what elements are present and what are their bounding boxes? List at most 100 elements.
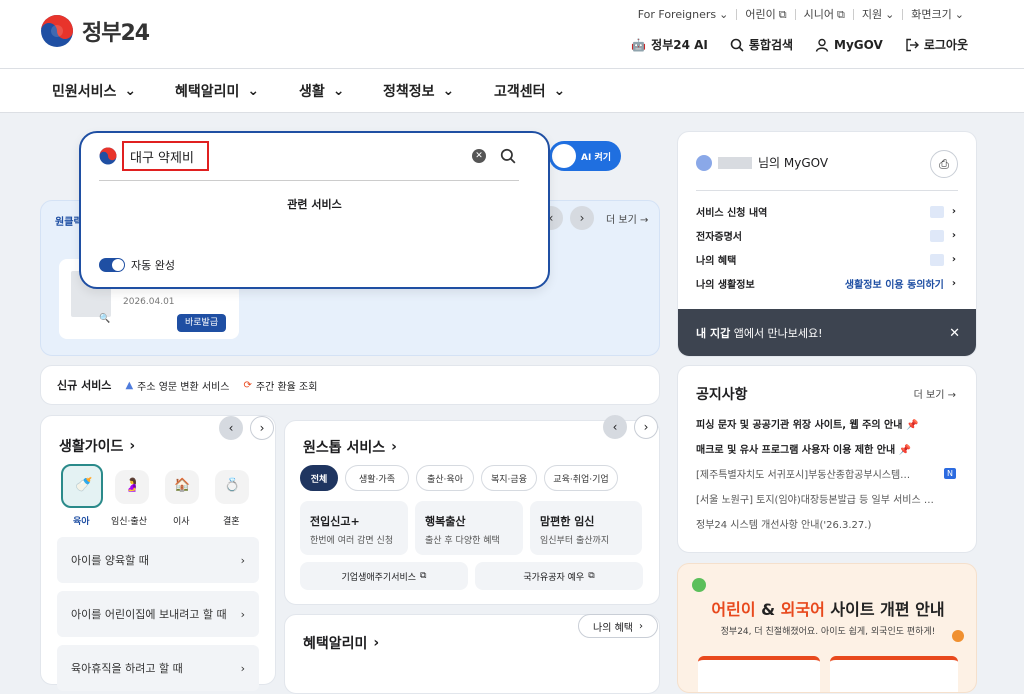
mygov-row-certificates[interactable]: 전자증명서 › xyxy=(696,228,956,243)
close-icon[interactable]: ✕ xyxy=(949,326,960,341)
my-benefit-button[interactable]: 나의 혜택 › xyxy=(578,614,658,638)
nav-item-civil-service[interactable]: 민원서비스 ⌄ xyxy=(52,81,136,101)
search-input[interactable]: 대구 약제비 xyxy=(122,141,209,171)
chip-welfare[interactable]: 복지·금융 xyxy=(481,465,537,491)
chevron-right-icon: › xyxy=(373,635,380,651)
life-guide-prev-button[interactable]: ‹ xyxy=(219,416,243,440)
mygov-button[interactable]: MyGOV xyxy=(815,38,883,52)
issue-button[interactable]: 바로발급 xyxy=(177,314,227,332)
chevron-down-icon: ⌄ xyxy=(442,83,455,99)
life-guide-item[interactable]: 육아휴직을 하려고 할 때 › xyxy=(57,645,259,691)
nav-item-policy[interactable]: 정책정보 ⌄ xyxy=(383,81,454,101)
chevron-down-icon: ⌄ xyxy=(719,8,729,21)
chevron-right-icon: › xyxy=(259,421,265,435)
life-guide-item[interactable]: 아이를 양육할 때 › xyxy=(57,537,259,583)
divider xyxy=(99,180,519,181)
notice-item[interactable]: [서울 노원구] 토지(임야)대장등본발급 등 일부 서비스 … xyxy=(696,491,956,506)
chevron-right-icon: › xyxy=(129,438,136,454)
onestop-title[interactable]: 원스톱 서비스 › xyxy=(303,437,397,457)
chevron-right-icon: › xyxy=(240,553,245,567)
onestop-link-business[interactable]: 기업생애주기서비스 ⧉ xyxy=(300,562,468,590)
util-link-support[interactable]: 지원 ⌄ xyxy=(852,8,902,21)
integrated-search-button[interactable]: 통합검색 xyxy=(730,36,793,53)
category-childcare[interactable]: 🍼 xyxy=(61,464,103,508)
wallet-banner[interactable]: 내 지갑 앱에서 만나보세요! ✕ xyxy=(678,309,976,356)
onestop-item-move[interactable]: 전입신고+ 한번에 여러 감면 신청 xyxy=(300,501,408,555)
life-guide-card: 생활가이드 › 🍼 육아 🤰 임신·출산 🏠 이사 💍 결혼 아이를 양육할 때 ›… xyxy=(40,415,276,691)
print-icon[interactable]: ⎙ xyxy=(930,150,958,178)
search-icon[interactable] xyxy=(500,148,516,164)
clear-icon[interactable]: ✕ xyxy=(472,149,486,163)
nav-item-life[interactable]: 생활 ⌄ xyxy=(299,81,345,101)
site-renewal-banner[interactable]: 어린이 & 외국어 사이트 개편 안내 정부24, 더 친절해졌어요. 아이도 … xyxy=(677,563,977,693)
logout-icon xyxy=(906,38,919,51)
nav-item-customer-center[interactable]: 고객센터 ⌄ xyxy=(494,81,565,101)
life-guide-title[interactable]: 생활가이드 › xyxy=(59,436,135,456)
toggle-switch[interactable] xyxy=(99,258,125,272)
chip-childbirth[interactable]: 출산·육아 xyxy=(416,465,474,491)
logout-button[interactable]: 로그아웃 xyxy=(905,36,968,53)
util-link-children[interactable]: 어린이 ⧉ xyxy=(736,9,794,20)
category-label: 결혼 xyxy=(223,517,240,527)
onestop-prev-button[interactable]: ‹ xyxy=(603,415,627,439)
mygov-row-life-info[interactable]: 나의 생활정보 생활정보 이용 동의하기 › xyxy=(696,276,956,291)
rings-icon: 💍 xyxy=(224,478,241,493)
chevron-down-icon: ⌄ xyxy=(885,8,895,21)
util-link-senior[interactable]: 시니어 ⧉ xyxy=(794,9,853,20)
category-label: 이사 xyxy=(173,517,190,527)
exchange-icon: ⟳ xyxy=(243,379,252,391)
notice-item[interactable]: 피싱 문자 및 공공기관 위장 사이트, 웹 주의 안내 📌 xyxy=(696,416,956,431)
chip-all[interactable]: 전체 xyxy=(300,465,338,491)
chevron-left-icon: ‹ xyxy=(228,421,234,435)
category-marriage[interactable]: 💍 xyxy=(215,470,249,504)
util-link-screen-size[interactable]: 화면크기 ⌄ xyxy=(902,9,972,20)
mygov-row-benefits[interactable]: 나의 혜택 › xyxy=(696,252,956,267)
chevron-right-icon: › xyxy=(579,211,585,225)
pregnancy-icon: 🤰 xyxy=(124,478,141,493)
pin-icon: 📌 xyxy=(905,420,919,431)
notice-item[interactable]: [제주특별자치도 서귀포시]부동산종합공부시스템… N xyxy=(696,466,956,481)
util-link-foreigners[interactable]: For Foreigners ⌄ xyxy=(630,9,737,20)
life-guide-item[interactable]: 아이를 어린이집에 보내려고 할 때 › xyxy=(57,591,259,637)
banner-title: 어린이 & 외국어 사이트 개편 안내 xyxy=(711,600,945,619)
site-header: 정부24 For Foreigners ⌄ 어린이 ⧉ 시니어 ⧉ 지원 ⌄ 화면크기 ⌄… xyxy=(0,0,1024,69)
consent-link[interactable]: 생활정보 이용 동의하기 xyxy=(845,276,944,291)
mygov-user: 님의 MyGOV xyxy=(696,154,828,171)
benefit-title[interactable]: 혜택알리미 › xyxy=(303,633,379,653)
onestop-link-veteran[interactable]: 국가유공자 예우 ⧉ xyxy=(475,562,643,590)
decoration-icon xyxy=(952,630,964,642)
notices-more-link[interactable]: 더 보기 → xyxy=(914,386,956,401)
onestop-item-birth[interactable]: 행복출산 출산 후 다양한 혜택 xyxy=(415,501,523,555)
chevron-right-icon: › xyxy=(951,206,956,217)
ai-toggle[interactable]: AI 켜기 xyxy=(549,141,621,171)
chip-family[interactable]: 생활·가족 xyxy=(345,465,409,491)
mygov-card: 님의 MyGOV ⎙ 서비스 신청 내역 › 전자증명서 › 나의 혜택 › 나의 생… xyxy=(677,131,977,357)
notice-item[interactable]: 매크로 및 유사 프로그램 사용자 이용 제한 안내 📌 xyxy=(696,441,956,456)
chevron-right-icon: › xyxy=(240,607,245,621)
logo-text: 정부24 xyxy=(82,21,150,46)
site-logo[interactable]: 정부24 xyxy=(40,14,150,48)
zoom-icon[interactable]: 🔍 xyxy=(99,314,110,324)
life-guide-next-button[interactable]: › xyxy=(250,416,274,440)
one-click-more-link[interactable]: 더 보기 → xyxy=(606,211,648,226)
chevron-down-icon: ⌄ xyxy=(954,8,964,21)
next-button[interactable]: › xyxy=(570,206,594,230)
nav-item-benefit-alert[interactable]: 혜택알리미 ⌄ xyxy=(175,81,259,101)
banner-preview-children xyxy=(698,656,820,692)
notice-item[interactable]: 정부24 시스템 개선사항 안내('26.3.27.) xyxy=(696,516,956,531)
robot-icon: 🤖 xyxy=(631,37,647,52)
onestop-card: 원스톱 서비스 › 전체 생활·가족 출산·육아 복지·금융 교육·취업·기업 전… xyxy=(284,420,660,605)
ai-button[interactable]: 🤖 정부24 AI xyxy=(631,36,708,53)
new-service-exchange-link[interactable]: ⟳ 주간 환율 조회 xyxy=(243,378,317,393)
chip-education[interactable]: 교육·취업·기업 xyxy=(544,465,618,491)
onestop-next-button[interactable]: › xyxy=(634,415,658,439)
related-services-heading: 관련 서비스 xyxy=(287,198,342,211)
category-pregnancy[interactable]: 🤰 xyxy=(115,470,149,504)
onestop-item-pregnancy[interactable]: 맘편한 임신 임신부터 출산까지 xyxy=(530,501,642,555)
mygov-row-applications[interactable]: 서비스 신청 내역 › xyxy=(696,204,956,219)
autocomplete-toggle[interactable]: 자동 완성 xyxy=(99,257,175,273)
category-moving[interactable]: 🏠 xyxy=(165,470,199,504)
house-icon: ▲ xyxy=(125,379,134,391)
new-service-address-link[interactable]: ▲ 주소 영문 변환 서비스 xyxy=(125,378,229,393)
chevron-right-icon: › xyxy=(240,661,245,675)
